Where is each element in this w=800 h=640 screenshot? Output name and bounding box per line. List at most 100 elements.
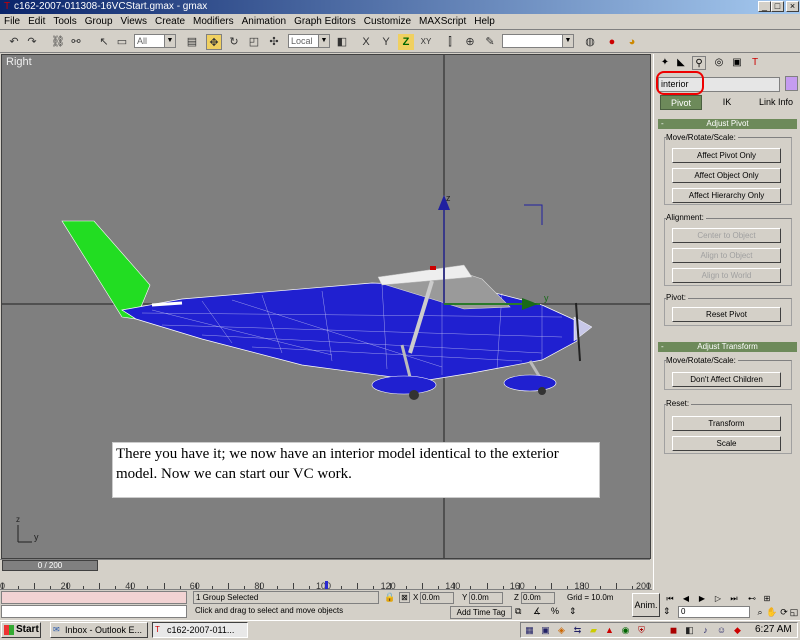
spinner-snap-icon[interactable]: ⇕ — [569, 606, 577, 617]
motion-tab-icon[interactable]: ◎ — [712, 56, 726, 70]
tray-app-icon[interactable]: ◧ — [684, 625, 695, 636]
menu-create[interactable]: Create — [151, 14, 189, 30]
manipulate-icon[interactable]: ✣ — [266, 34, 282, 50]
tray-arrows-icon[interactable]: ⇆ — [572, 625, 583, 636]
tray-alert-icon[interactable]: ▲ — [604, 625, 615, 636]
previous-frame-icon[interactable]: ◀ — [679, 593, 693, 604]
display-tab-icon[interactable]: ▣ — [730, 56, 744, 70]
mirror-icon[interactable]: ⫿ — [442, 34, 458, 50]
align-icon[interactable]: ⊕ — [462, 34, 478, 50]
absolute-mode-icon[interactable]: ⊠ — [399, 592, 410, 603]
modify-tab-icon[interactable]: ◣ — [674, 56, 688, 70]
tray-network-icon[interactable]: ▦ — [524, 625, 535, 636]
x-coord-field[interactable]: 0.0m — [420, 592, 454, 604]
align-to-object-button[interactable]: Align to Object — [672, 248, 781, 263]
adjust-pivot-rollout-header[interactable]: - Adjust Pivot — [658, 119, 797, 129]
axis-z-button[interactable]: Z — [398, 34, 414, 50]
transform-button[interactable]: Transform — [672, 416, 781, 431]
dont-affect-children-button[interactable]: Don't Affect Children — [672, 372, 781, 387]
lock-selection-icon[interactable]: 🔒 — [384, 592, 395, 603]
scale-icon[interactable]: ◰ — [246, 34, 262, 50]
reset-pivot-button[interactable]: Reset Pivot — [672, 307, 781, 322]
taskbar-outlook[interactable]: ✉ Inbox - Outlook E... — [50, 622, 148, 638]
menu-file[interactable]: File — [0, 14, 24, 30]
menu-graph-editors[interactable]: Graph Editors — [290, 14, 360, 30]
ik-button[interactable]: IK — [706, 95, 748, 110]
tray-shield-icon[interactable]: ◈ — [556, 625, 567, 636]
taskbar-gmax[interactable]: T c162-2007-011... — [152, 622, 248, 638]
named-selection-dropdown[interactable]: ▼ — [502, 34, 574, 48]
utilities-tab-icon[interactable]: T — [748, 56, 762, 70]
redo-icon[interactable]: ↷ — [24, 34, 40, 50]
menu-animation[interactable]: Animation — [238, 14, 290, 30]
time-config-icon[interactable]: ⊞ — [760, 593, 774, 604]
maximize-viewport-icon[interactable]: ◱ — [788, 606, 800, 618]
angle-snap-icon[interactable]: ∡ — [533, 606, 541, 617]
menu-group[interactable]: Group — [81, 14, 117, 30]
maxscript-listener-output[interactable] — [1, 591, 187, 604]
tray-volume-icon[interactable]: ♪ — [700, 625, 711, 636]
z-coord-field[interactable]: 0.0m — [521, 592, 555, 604]
axis-x-button[interactable]: X — [358, 34, 374, 50]
maxscript-listener-input[interactable] — [1, 605, 187, 618]
select-object-icon[interactable]: ↖ — [96, 34, 112, 50]
menu-modifiers[interactable]: Modifiers — [189, 14, 238, 30]
affect-pivot-only-button[interactable]: Affect Pivot Only — [672, 148, 781, 163]
pivot-button[interactable]: Pivot — [660, 95, 702, 110]
menu-tools[interactable]: Tools — [49, 14, 80, 30]
tray-folder-icon[interactable]: ▰ — [588, 625, 599, 636]
center-to-object-button[interactable]: Center to Object — [672, 228, 781, 243]
unlink-icon[interactable]: ⚯ — [68, 34, 84, 50]
viewport-right[interactable]: Right z y z y There you have it; we now … — [1, 54, 651, 559]
key-mode-icon[interactable]: ⊷ — [745, 593, 759, 604]
track-bar[interactable]: 0 20 40 60 80 100 120 140 160 180 200 — [0, 573, 652, 591]
hierarchy-tab-icon[interactable]: ⚲ — [692, 56, 706, 70]
tray-messenger-icon[interactable]: ☺ — [716, 625, 727, 636]
frame-spinner-icon[interactable]: ⇕ — [663, 606, 671, 617]
snap-toggle-icon[interactable]: ⧉ — [515, 606, 521, 617]
affect-hierarchy-only-button[interactable]: Affect Hierarchy Only — [672, 188, 781, 203]
go-to-end-icon[interactable]: ⏭ — [727, 593, 741, 604]
add-time-tag-button[interactable]: Add Time Tag — [450, 606, 512, 619]
named-selection-icon[interactable]: ✎ — [482, 34, 498, 50]
select-by-name-icon[interactable]: ▤ — [184, 34, 200, 50]
tray-update-icon[interactable]: ◉ — [620, 625, 631, 636]
undo-icon[interactable]: ↶ — [6, 34, 22, 50]
object-name-field[interactable]: interior — [656, 71, 780, 95]
axis-y-button[interactable]: Y — [378, 34, 394, 50]
align-to-world-button[interactable]: Align to World — [672, 268, 781, 283]
tray-adobe-icon[interactable]: ◼ — [668, 625, 679, 636]
rotate-icon[interactable]: ↻ — [226, 34, 242, 50]
menu-edit[interactable]: Edit — [24, 14, 49, 30]
zoom-icon[interactable]: ⌕ — [754, 606, 766, 618]
pan-icon[interactable]: ✋ — [766, 606, 778, 618]
menu-customize[interactable]: Customize — [360, 14, 415, 30]
pivot-center-icon[interactable]: ◧ — [334, 34, 350, 50]
render-icon[interactable]: ● — [604, 34, 620, 50]
menu-views[interactable]: Views — [117, 14, 152, 30]
menu-maxscript[interactable]: MAXScript — [415, 14, 470, 30]
time-slider-thumb[interactable]: 0 / 200 — [2, 560, 98, 571]
minimize-button[interactable]: _ — [758, 1, 771, 12]
tray-monitor-icon[interactable]: ▣ — [540, 625, 551, 636]
create-tab-icon[interactable]: ✦ — [658, 56, 672, 70]
percent-snap-icon[interactable]: % — [551, 606, 559, 616]
close-button[interactable]: × — [786, 1, 799, 12]
quick-render-icon[interactable]: ◕ — [624, 34, 640, 50]
current-frame-field[interactable]: 0 — [678, 606, 750, 618]
menu-help[interactable]: Help — [470, 14, 499, 30]
region-select-icon[interactable]: ▭ — [114, 34, 130, 50]
move-icon[interactable]: ✥ — [206, 34, 222, 50]
affect-object-only-button[interactable]: Affect Object Only — [672, 168, 781, 183]
scale-button[interactable]: Scale — [672, 436, 781, 451]
material-editor-icon[interactable]: ◍ — [582, 34, 598, 50]
selection-filter-dropdown[interactable]: All ▼ — [134, 34, 176, 48]
play-icon[interactable]: ▶ — [695, 593, 709, 604]
animate-toggle-button[interactable]: Anim. — [632, 593, 660, 617]
select-and-link-icon[interactable]: ⛓ — [50, 34, 66, 50]
adjust-transform-rollout-header[interactable]: - Adjust Transform — [658, 342, 797, 352]
go-to-start-icon[interactable]: ⏮ — [663, 593, 677, 604]
object-color-swatch[interactable] — [785, 76, 798, 91]
link-info-button[interactable]: Link Info — [754, 95, 798, 110]
y-coord-field[interactable]: 0.0m — [469, 592, 503, 604]
